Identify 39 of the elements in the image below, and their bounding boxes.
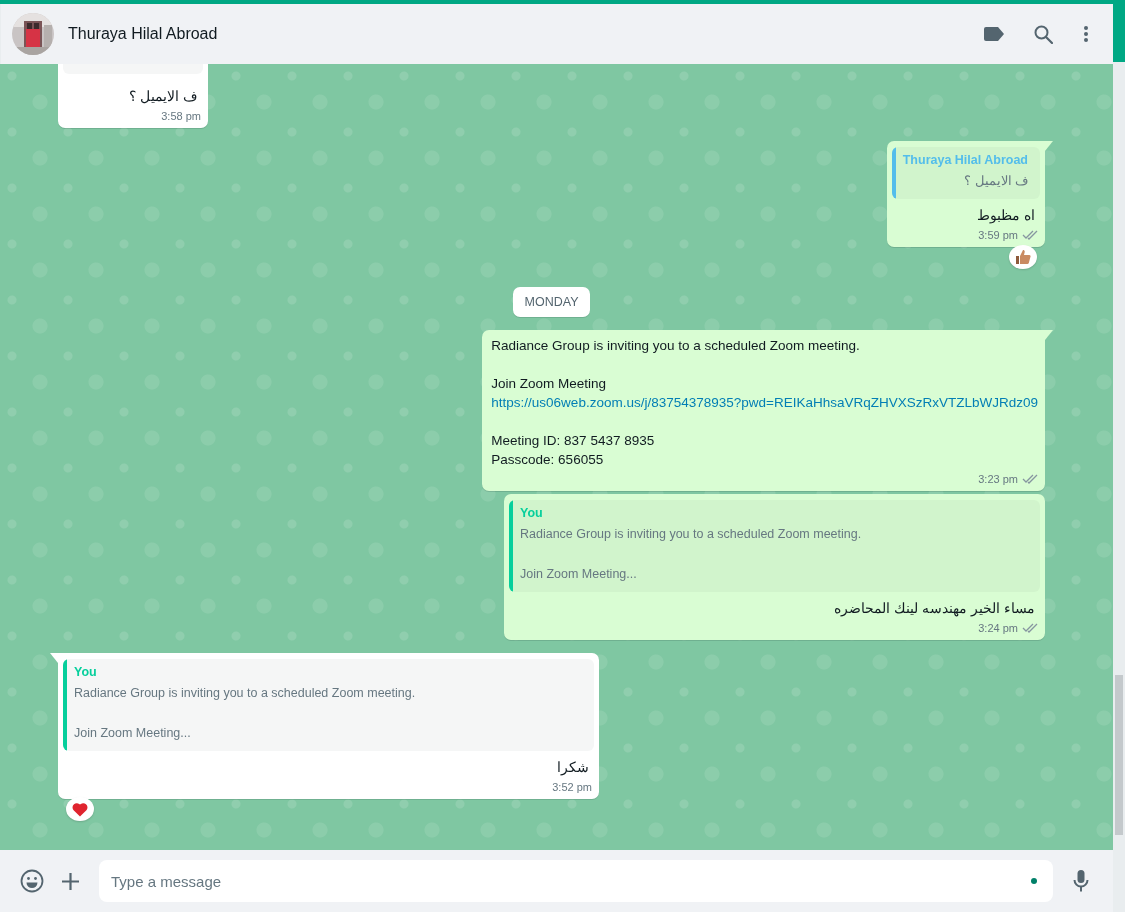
heart-icon [72,801,88,817]
quote-text: Join Zoom Meeting... [520,566,638,583]
quote-author: You [520,506,544,520]
message-text: Passcode: 656055 [491,451,604,469]
quote-author: You [74,665,98,679]
message-text: مساء الخير مهندسه لينك المحاضره [833,599,1036,618]
microphone-icon[interactable] [1073,869,1089,893]
search-icon[interactable] [1034,24,1053,44]
status-dot-icon [1031,878,1037,884]
message-time: 3:23 pm [978,472,1018,485]
date-chip: MONDAY [512,287,591,317]
message-text: اه مظبوط [976,206,1036,225]
message-text: شكرا [556,758,590,777]
plus-icon[interactable] [61,871,80,891]
message-text: Join Zoom Meeting [491,375,607,393]
quote-text: Radiance Group is inviting you to a scheduled Zoom meeting. [520,526,863,543]
scrollbar-thumb[interactable] [1115,675,1123,835]
quote-text: ف الايميل ؟ [963,173,1028,190]
message-text: Radiance Group is inviting you to a scheduled Zoom meeting. [491,337,860,355]
label-icon[interactable] [984,27,1004,41]
message-input[interactable]: Type a message [99,860,1053,902]
thumbs-up-icon [1015,249,1031,265]
reaction-badge[interactable] [66,797,94,821]
message-time: 3:58 pm [161,109,201,122]
quoted-message[interactable]: You Radiance Group is inviting you to a scheduled Zoom meeting. Join Zoom Meeting... [63,659,594,751]
message-time: 3:52 pm [552,780,592,793]
quote-text: Radiance Group is inviting you to a scheduled Zoom meeting. [74,685,417,702]
message-text: ف الايميل ؟ [128,87,199,106]
menu-icon[interactable] [1083,25,1089,43]
quote-author: Thuraya Hilal Abroad [902,153,1028,167]
quote-text: Join Zoom Meeting... [74,725,192,742]
message-text: Meeting ID: 837 5437 8935 [491,432,655,450]
emoji-icon[interactable] [20,869,44,893]
reaction-badge[interactable] [1009,245,1037,269]
contact-name[interactable]: Thuraya Hilal Abroad [68,25,970,43]
quoted-message[interactable]: You Radiance Group is inviting you to a scheduled Zoom meeting. Join Zoom Meeting... [509,500,1040,592]
message-link[interactable]: https://us06web.zoom.us/j/83754378935?pwd=REIKaHhsaVRqZHVXSzRxVTZLbWJRdz09 [491,393,1038,412]
message-time: 3:59 pm [978,228,1018,241]
message-time: 3:24 pm [978,621,1018,634]
